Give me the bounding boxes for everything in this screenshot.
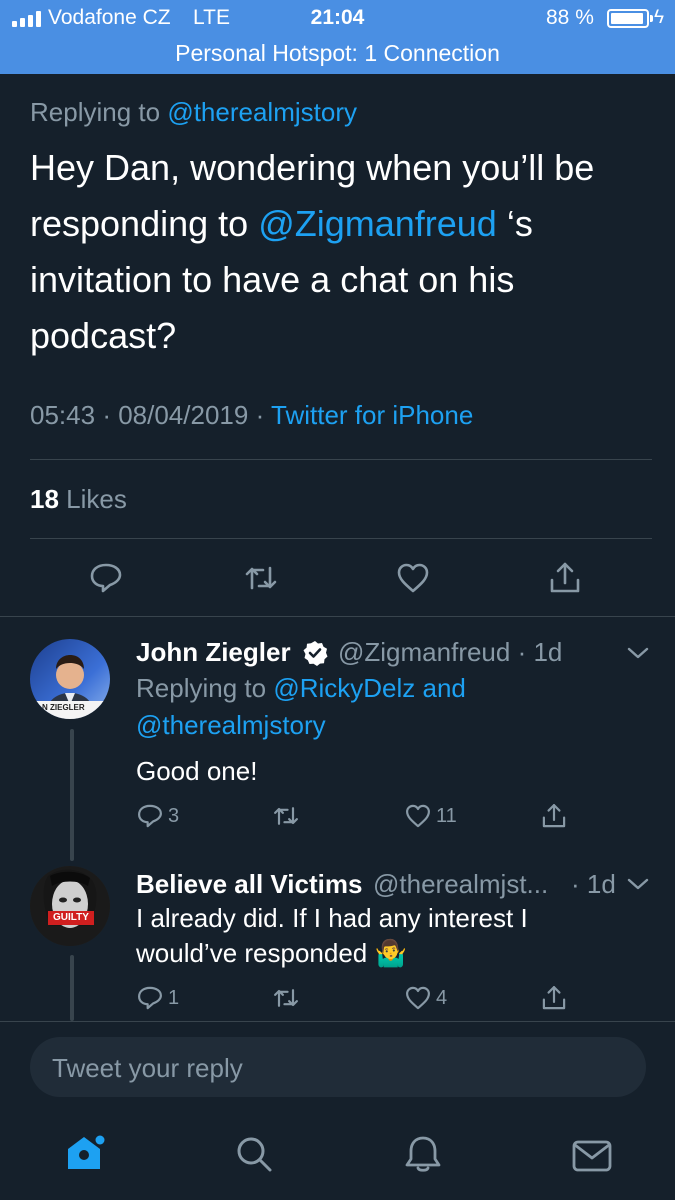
tweet-source[interactable]: Twitter for iPhone: [271, 400, 473, 430]
like-icon[interactable]: [395, 560, 431, 596]
like-action[interactable]: 11: [404, 802, 457, 830]
messages-icon[interactable]: [571, 1135, 613, 1177]
likes-number: 18: [30, 484, 59, 514]
hotspot-banner[interactable]: Personal Hotspot: 1 Connection: [0, 40, 675, 67]
reply-age: · 1d: [571, 869, 616, 899]
replying-to-mention[interactable]: @therealmjstory: [136, 710, 326, 740]
reply-action[interactable]: 3: [136, 802, 179, 830]
tweet-mention[interactable]: @Zigmanfreud: [258, 203, 497, 244]
reply-replying-to: Replying to @RickyDelz and @therealmjsto…: [136, 670, 556, 744]
tweet-reply-input[interactable]: Tweet your reply: [30, 1037, 646, 1097]
likes-label: Likes: [66, 484, 127, 514]
status-bar: Vodafone CZ LTE 21:04 88 % ϟ Personal Ho…: [0, 0, 675, 74]
reply-author-handle[interactable]: @Zigmanfreud · 1d: [338, 637, 562, 668]
reply-action[interactable]: 1: [136, 984, 179, 1012]
like-count: 4: [436, 986, 448, 1009]
chevron-down-icon[interactable]: [626, 876, 650, 892]
battery-icon: [607, 9, 653, 28]
charging-bolt-icon: ϟ: [654, 7, 665, 28]
tweet-time: 05:43: [30, 400, 96, 430]
divider: [0, 616, 675, 617]
retweet-action[interactable]: [272, 802, 304, 830]
avatar-caption: GUILTY: [48, 911, 94, 925]
chevron-down-icon[interactable]: [626, 645, 650, 661]
reply-author-name[interactable]: John Ziegler: [136, 637, 291, 668]
replying-to-mention[interactable]: @therealmjstory: [167, 97, 357, 127]
divider: [30, 538, 652, 539]
thread-line: [70, 955, 74, 1021]
replying-prefix: Replying to: [30, 97, 161, 127]
reply-author-name[interactable]: Believe all Victims: [136, 869, 362, 900]
reply-author-handle[interactable]: @therealmjst...: [373, 869, 565, 900]
replying-to-mention[interactable]: @RickyDelz: [273, 673, 415, 703]
share-action[interactable]: [540, 984, 568, 1012]
divider: [0, 1021, 675, 1022]
avatar-caption: N ZIEGLER: [42, 703, 85, 712]
reply-text: I already did. If I had any interest I w…: [136, 901, 636, 971]
thread-line: [70, 729, 74, 861]
tweet-date: 08/04/2019: [118, 400, 249, 430]
share-icon[interactable]: [547, 560, 583, 596]
reply-text: Good one!: [136, 756, 258, 786]
reply-count: 1: [168, 986, 180, 1009]
replying-and: and: [422, 673, 466, 703]
reply-text-line2: would’ve responded 🤷‍♂️: [136, 938, 407, 968]
share-action[interactable]: [540, 802, 568, 830]
reply-text-line1: I already did. If I had any interest I: [136, 903, 528, 933]
battery-percent: 88 %: [546, 6, 594, 29]
divider: [30, 459, 652, 460]
reply-count: 3: [168, 804, 180, 827]
like-action[interactable]: 4: [404, 984, 447, 1012]
retweet-action[interactable]: [272, 984, 304, 1012]
handle-text: @Zigmanfreud: [338, 637, 511, 667]
tweet-meta: 05:43 · 08/04/2019 · Twitter for iPhone: [30, 400, 474, 430]
replying-prefix: Replying to: [136, 673, 267, 703]
avatar[interactable]: GUILTY: [30, 866, 110, 946]
search-icon[interactable]: [233, 1133, 275, 1175]
tweet-text: Hey Dan, wondering when you’ll be respon…: [30, 140, 650, 364]
reply-icon[interactable]: [88, 560, 124, 596]
likes-count[interactable]: 18 Likes: [30, 484, 127, 515]
retweet-icon[interactable]: [243, 560, 279, 596]
avatar[interactable]: N ZIEGLER: [30, 639, 110, 719]
like-count: 11: [436, 804, 457, 827]
home-icon[interactable]: [63, 1131, 105, 1173]
replying-to-line: Replying to @therealmjstory: [30, 97, 357, 128]
notifications-icon[interactable]: [402, 1133, 444, 1175]
verified-badge-icon: [303, 641, 328, 666]
reply-age: · 1d: [517, 637, 563, 667]
